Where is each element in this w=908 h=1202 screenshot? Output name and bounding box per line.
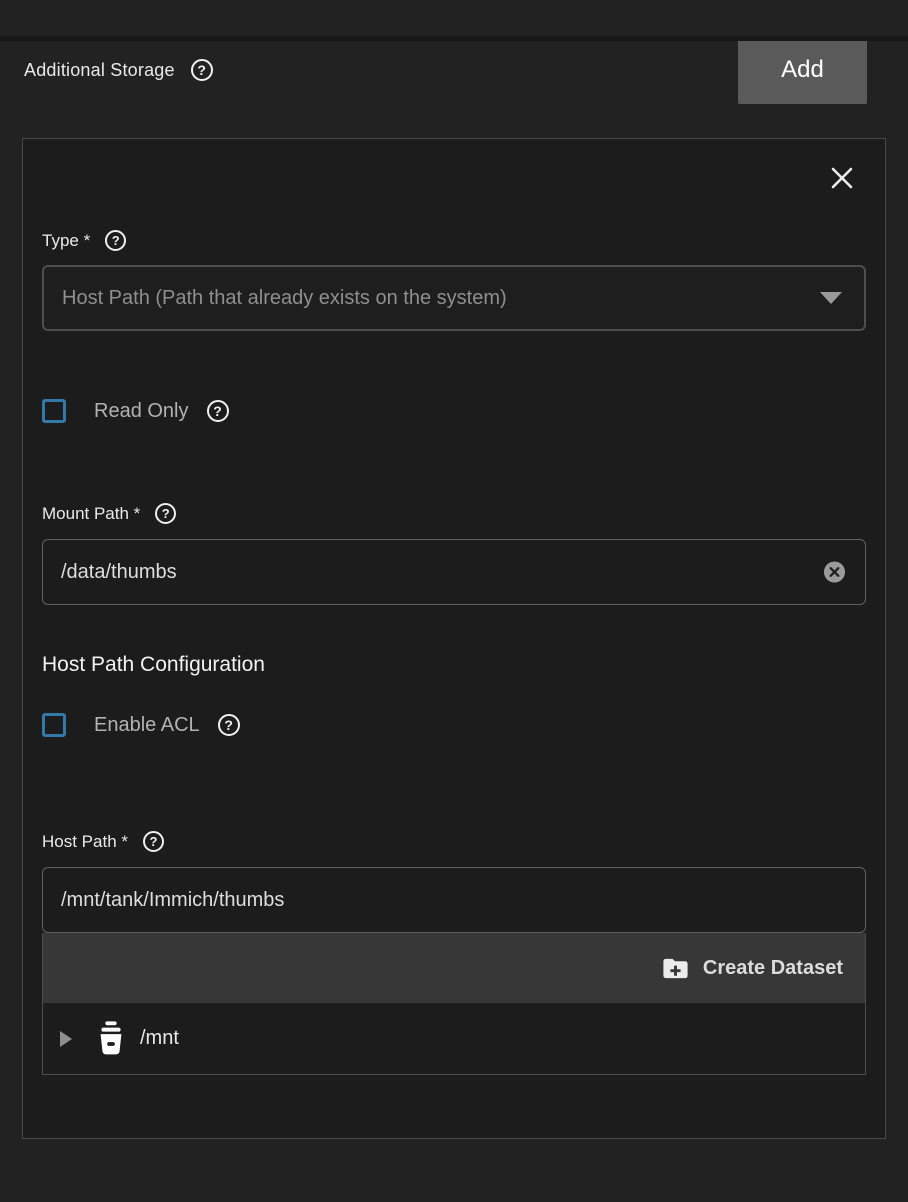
mount-path-label-row: Mount Path * ? <box>42 503 866 524</box>
host-path-field <box>42 867 866 933</box>
top-shadow <box>0 36 908 41</box>
host-path-label: Host Path * <box>42 832 128 852</box>
create-dataset-label: Create Dataset <box>703 957 843 980</box>
enable-acl-row: Enable ACL ? <box>42 709 866 741</box>
help-icon[interactable]: ? <box>143 831 164 852</box>
type-label-row: Type * ? <box>42 230 866 251</box>
dataset-icon <box>94 1020 128 1058</box>
section-title-row: Additional Storage ? <box>24 59 213 81</box>
read-only-label: Read Only <box>94 400 189 423</box>
additional-storage-header: Additional Storage ? Add <box>24 36 867 104</box>
add-button[interactable]: Add <box>738 36 867 104</box>
storage-item-card: Type * ? Host Path (Path that already ex… <box>22 138 886 1139</box>
folder-plus-icon <box>661 954 690 983</box>
host-path-configuration-heading: Host Path Configuration <box>42 653 866 677</box>
help-icon[interactable]: ? <box>218 714 240 736</box>
chevron-down-icon <box>820 292 842 304</box>
read-only-row: Read Only ? <box>42 395 866 427</box>
close-x-glyph <box>827 163 857 193</box>
type-label: Type * <box>42 231 90 251</box>
host-path-explorer: Create Dataset /mnt <box>42 867 866 1075</box>
mount-path-label: Mount Path * <box>42 504 140 524</box>
help-icon[interactable]: ? <box>105 230 126 251</box>
host-path-label-row: Host Path * ? <box>42 831 866 852</box>
enable-acl-label: Enable ACL <box>94 714 200 737</box>
section-title: Additional Storage <box>24 60 175 81</box>
close-icon[interactable] <box>825 161 859 195</box>
clear-x-glyph <box>823 561 846 584</box>
type-select[interactable]: Host Path (Path that already exists on t… <box>42 265 866 331</box>
enable-acl-checkbox[interactable] <box>42 713 66 737</box>
type-select-value: Host Path (Path that already exists on t… <box>62 287 507 310</box>
explorer-tree-panel: Create Dataset /mnt <box>42 933 866 1075</box>
chevron-right-icon[interactable] <box>60 1031 72 1047</box>
help-icon[interactable]: ? <box>207 400 229 422</box>
mount-path-field <box>42 539 866 605</box>
create-dataset-button[interactable]: Create Dataset <box>661 954 843 983</box>
explorer-toolbar: Create Dataset <box>43 933 865 1003</box>
help-icon[interactable]: ? <box>155 503 176 524</box>
tree-node-label: /mnt <box>140 1027 179 1050</box>
help-icon[interactable]: ? <box>191 59 213 81</box>
read-only-checkbox[interactable] <box>42 399 66 423</box>
clear-icon[interactable] <box>823 561 846 584</box>
tree-node-mnt[interactable]: /mnt <box>43 1003 865 1074</box>
mount-path-input[interactable] <box>42 539 866 605</box>
host-path-input[interactable] <box>42 867 866 933</box>
